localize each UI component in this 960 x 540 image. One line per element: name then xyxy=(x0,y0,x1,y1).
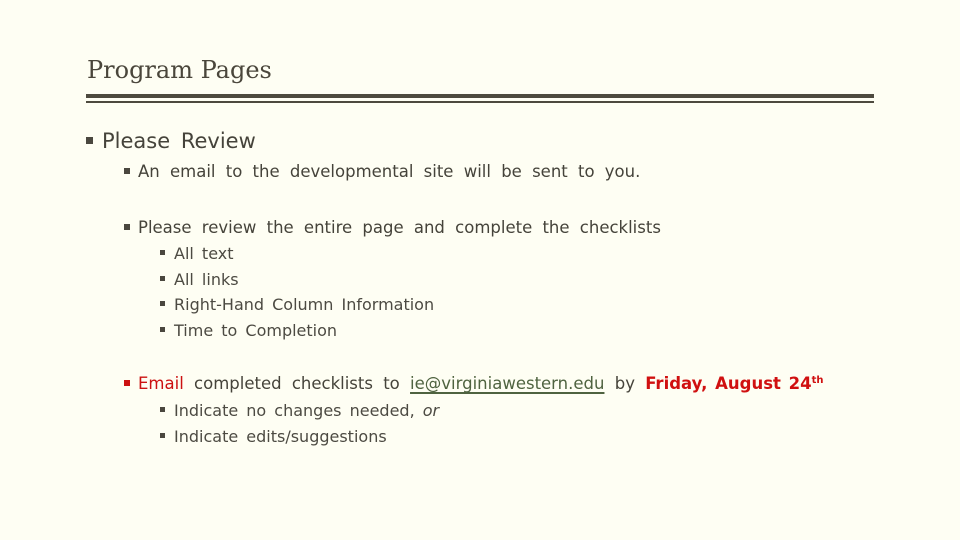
sub-bullet-italic: or xyxy=(422,401,440,420)
bullet-review-page: Please review the entire page and comple… xyxy=(124,218,661,237)
square-bullet-icon xyxy=(160,276,165,281)
slide-title: Program Pages xyxy=(87,56,272,84)
title-rule-thick xyxy=(86,94,874,98)
deadline-text: Friday, August 24 xyxy=(645,374,812,393)
checklist-item-text: Right-Hand Column Information xyxy=(174,295,435,314)
square-bullet-icon xyxy=(124,223,130,230)
bullet-text: Please review the entire page and comple… xyxy=(138,218,661,237)
square-bullet-icon xyxy=(124,167,130,174)
square-bullet-icon xyxy=(160,433,165,438)
checklist-item: Time to Completion xyxy=(160,321,337,340)
deadline-date: Friday, August 24th xyxy=(645,374,823,393)
by-text: by xyxy=(614,374,635,393)
bullet-email-notice: An email to the developmental site will … xyxy=(124,162,640,181)
checklist-item: All links xyxy=(160,270,239,289)
checklist-item: All text xyxy=(160,244,234,263)
email-middle-text: completed checklists to xyxy=(194,374,400,393)
sub-bullet-text: Indicate edits/suggestions xyxy=(174,427,387,446)
checklist-item-text: All links xyxy=(174,270,239,289)
bullet-text: Please Review xyxy=(102,129,256,153)
bullet-text: An email to the developmental site will … xyxy=(138,162,641,181)
checklist-item: Right-Hand Column Information xyxy=(160,295,434,314)
square-bullet-icon xyxy=(124,379,130,386)
square-bullet-icon xyxy=(160,250,165,255)
square-bullet-icon xyxy=(86,136,93,144)
email-lead: Email xyxy=(138,374,184,393)
deadline-suffix: th xyxy=(811,375,824,386)
square-bullet-icon xyxy=(160,301,165,306)
sub-bullet-no-changes: Indicate no changes needed, or xyxy=(160,401,439,420)
square-bullet-icon xyxy=(160,407,165,412)
bullet-email-checklists: Email completed checklists to ie@virgini… xyxy=(124,374,824,393)
email-link[interactable]: ie@virginiawestern.edu xyxy=(410,374,604,393)
checklist-item-text: Time to Completion xyxy=(174,321,338,340)
title-rule-thin xyxy=(86,101,874,103)
square-bullet-icon xyxy=(160,327,165,332)
sub-bullet-text: Indicate no changes needed, xyxy=(174,401,415,420)
bullet-please-review: Please Review xyxy=(86,129,256,153)
checklist-item-text: All text xyxy=(174,244,234,263)
sub-bullet-edits: Indicate edits/suggestions xyxy=(160,427,387,446)
